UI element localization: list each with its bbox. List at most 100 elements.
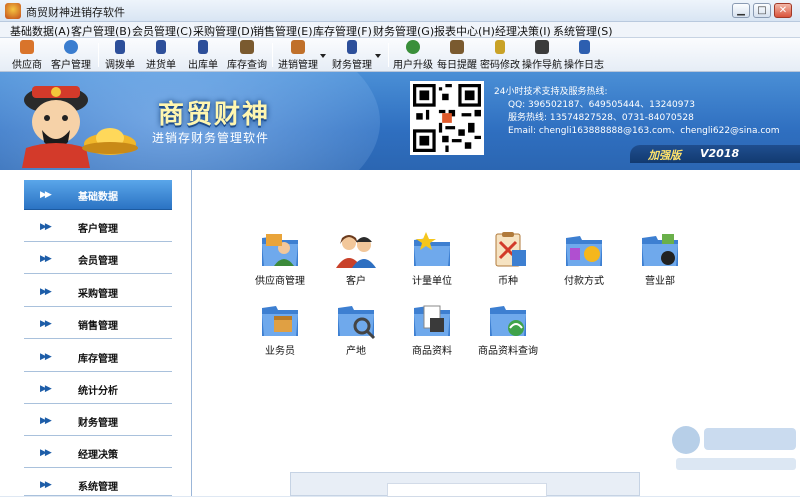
sidebar-item-customer[interactable]: ▶▶ 客户管理 [24,212,172,242]
module-product-query[interactable]: 商品资料查询 [468,300,548,357]
toolbar-label: 供应商 [12,60,42,71]
toolbar-finance-button[interactable]: 财务管理 [330,40,374,71]
menu-finance[interactable]: 财务管理(G) [373,23,434,39]
module-label: 业务员 [265,346,295,357]
sidebar-item-inventory[interactable]: ▶▶ 库存管理 [24,342,172,372]
support-heading: 24小时技术支持及服务热线: [494,87,608,97]
module-salesperson[interactable]: 业务员 [240,300,320,357]
toolbar-label: 客户管理 [51,60,91,71]
module-supplier-management[interactable]: 供应商管理 [240,230,320,287]
sidebar-item-label: 销售管理 [78,321,118,332]
toolbar-separator [98,43,99,67]
module-payment-method[interactable]: 付款方式 [544,230,624,287]
chevron-down-icon[interactable] [375,54,381,58]
toolbar-upgrade-button[interactable]: 用户升级 [392,40,434,71]
module-label: 客户 [346,276,366,287]
customer-icon [336,235,376,268]
module-unit[interactable]: 计量单位 [392,230,472,287]
god-of-wealth-mascot-icon [22,86,138,168]
sidebar-item-statistics[interactable]: ▶▶ 统计分析 [24,374,172,404]
module-label: 付款方式 [564,276,604,287]
sidebar-item-label: 库存管理 [78,354,118,365]
module-label: 供应商管理 [255,276,305,287]
edition-version: V2018 [700,147,740,160]
brand-subtitle: 进销存财务管理软件 [152,131,270,145]
toolbar-purchase-button[interactable]: 进货单 [144,40,178,71]
sidebar-item-system[interactable]: ▶▶ 系统管理 [24,470,172,496]
module-label: 产地 [346,346,366,357]
module-label: 币种 [498,276,518,287]
module-customer[interactable]: 客户 [316,230,396,287]
menu-basic-data[interactable]: 基础数据(A) [10,23,70,39]
sidebar-item-sales[interactable]: ▶▶ 销售管理 [24,309,172,339]
module-label: 商品资料查询 [478,346,538,357]
supplier-icon [20,40,34,54]
sidebar-item-member[interactable]: ▶▶ 会员管理 [24,244,172,274]
product-info-icon [414,305,450,336]
menu-customer[interactable]: 客户管理(B) [71,23,131,39]
toolbar-password-button[interactable]: 密码修改 [479,40,521,71]
toolbar-label: 用户升级 [393,60,433,71]
maximize-button[interactable]: □ [753,3,771,18]
inventory-query-icon [240,40,254,54]
branch-icon [642,234,678,266]
toolbar-label: 进货单 [146,60,176,71]
reminder-icon [450,40,464,54]
product-query-icon [490,306,526,336]
edition-label: 加强版 [648,149,681,162]
toolbar-navigation-button[interactable]: 操作导航 [521,40,563,71]
close-button[interactable]: ✕ [774,3,792,18]
sidebar-item-manager[interactable]: ▶▶ 经理决策 [24,438,172,468]
support-hotline: 服务热线: 13574827528、0731-84070528 [508,113,694,123]
toolbar-customer-button[interactable]: 客户管理 [49,40,93,71]
toolbar-label: 进销管理 [278,60,318,71]
support-qq: QQ: 396502187、649505444、13240973 [508,100,695,110]
module-label: 营业部 [645,276,675,287]
menu-bar: 基础数据(A) 客户管理(B) 会员管理(C) 采购管理(D) 销售管理(E) … [0,22,800,38]
toolbar-label: 每日提醒 [437,60,477,71]
module-origin[interactable]: 产地 [316,300,396,357]
minimize-button[interactable]: ▁ [732,3,750,18]
toolbar-supplier-button[interactable]: 供应商 [10,40,44,71]
menu-purchase[interactable]: 采购管理(D) [193,23,254,39]
module-currency[interactable]: 币种 [468,230,548,287]
menu-member[interactable]: 会员管理(C) [132,23,192,39]
sidebar-item-label: 会员管理 [78,256,118,267]
outbound-doc-icon [198,40,208,54]
menu-reports[interactable]: 报表中心(H) [434,23,495,39]
module-product-info[interactable]: 商品资料 [392,300,472,357]
toolbar-log-button[interactable]: 操作日志 [563,40,605,71]
module-label: 计量单位 [412,276,452,287]
unit-icon [414,232,450,266]
menu-system[interactable]: 系统管理(S) [553,23,613,39]
toolbar-transfer-button[interactable]: 调拨单 [103,40,137,71]
toolbar-outbound-button[interactable]: 出库单 [186,40,220,71]
toolbar-label: 操作导航 [522,60,562,71]
menu-sales[interactable]: 销售管理(E) [253,23,313,39]
toolbar: 供应商 客户管理 调拨单 进货单 出库单 库存查询 进销管理 财务管理 用户升级… [0,38,800,72]
purchase-doc-icon [156,40,166,54]
toolbar-label: 库存查询 [227,60,267,71]
currency-icon [495,232,526,267]
watermark-logo-icon [672,426,796,470]
salesperson-icon [262,306,298,336]
toolbar-sales-purchase-button[interactable]: 进销管理 [276,40,320,71]
toolbar-label: 调拨单 [105,60,135,71]
sidebar-item-label: 客户管理 [78,224,118,235]
toolbar-reminder-button[interactable]: 每日提醒 [436,40,478,71]
sidebar-item-purchase[interactable]: ▶▶ 采购管理 [24,277,172,307]
supplier-management-icon [262,234,298,266]
menu-manager[interactable]: 经理决策(I) [495,23,551,39]
module-branch[interactable]: 营业部 [620,230,700,287]
sidebar-item-basic-data[interactable]: ▶▶ 基础数据 [24,180,172,210]
menu-inventory[interactable]: 库存管理(F) [313,23,372,39]
toolbar-inventory-query-button[interactable]: 库存查询 [225,40,269,71]
password-icon [495,40,505,54]
toolbar-separator [388,43,389,67]
sidebar-item-label: 经理决策 [78,450,118,461]
toolbar-label: 密码修改 [480,60,520,71]
chevron-down-icon[interactable] [320,54,326,58]
sidebar-item-finance[interactable]: ▶▶ 财务管理 [24,406,172,436]
sales-purchase-icon [291,40,305,54]
toolbar-label: 财务管理 [332,60,372,71]
